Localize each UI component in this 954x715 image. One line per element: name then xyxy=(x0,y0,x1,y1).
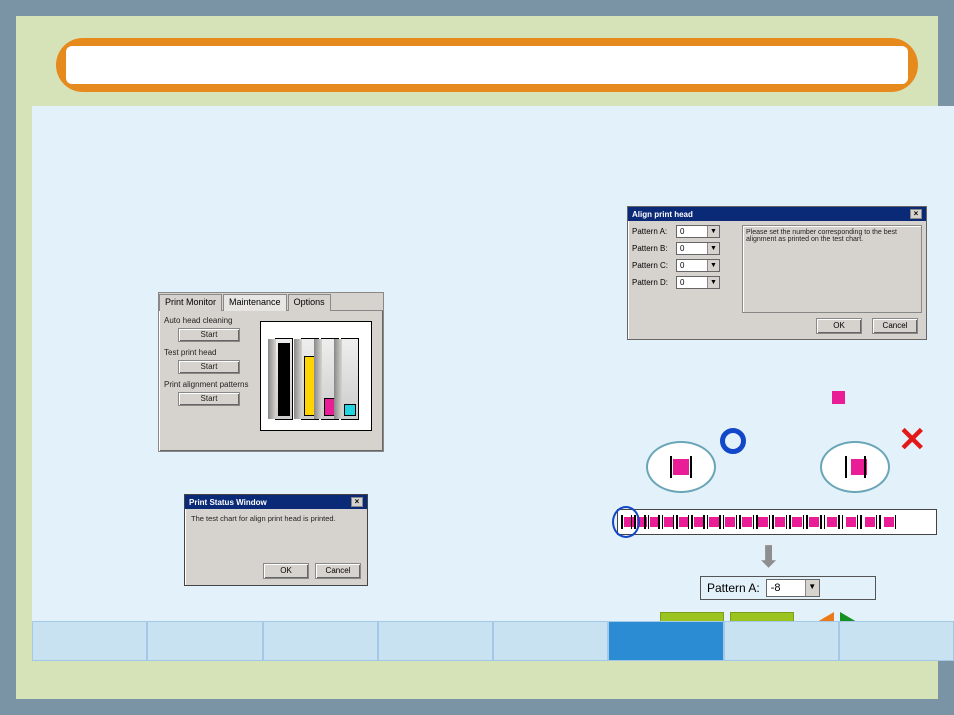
test-print-head-start-button[interactable]: Start xyxy=(178,360,240,374)
tab-bar: Print Monitor Maintenance Options xyxy=(159,293,383,311)
cancel-button[interactable]: Cancel xyxy=(315,563,361,579)
tab-maintenance[interactable]: Maintenance xyxy=(223,294,287,311)
bottom-tab[interactable] xyxy=(724,621,839,661)
bottom-tab-strip xyxy=(32,621,954,661)
pattern-d-select[interactable]: 0▼ xyxy=(676,276,720,289)
pattern-b-select[interactable]: 0▼ xyxy=(676,242,720,255)
ok-button[interactable]: OK xyxy=(816,318,862,334)
align-print-head-dialog: Align print head × Pattern A: 0▼ Pattern… xyxy=(627,206,927,340)
chevron-down-icon: ▼ xyxy=(805,580,819,596)
ok-button[interactable]: OK xyxy=(263,563,309,579)
bottom-tab-active[interactable] xyxy=(608,621,723,661)
bottom-tab[interactable] xyxy=(32,621,147,661)
tab-print-monitor[interactable]: Print Monitor xyxy=(159,294,222,311)
chevron-down-icon: ▼ xyxy=(707,277,719,288)
alignment-strip xyxy=(617,509,937,535)
print-alignment-start-button[interactable]: Start xyxy=(178,392,240,406)
ink-level-graphic xyxy=(260,321,372,431)
test-print-head-label: Test print head xyxy=(164,348,260,357)
print-status-title: Print Status Window xyxy=(189,498,267,507)
tab-options[interactable]: Options xyxy=(288,294,331,311)
maintenance-dialog: Print Monitor Maintenance Options Auto h… xyxy=(158,292,384,452)
pattern-d-label: Pattern D: xyxy=(632,278,672,287)
chevron-down-icon: ▼ xyxy=(707,243,719,254)
title-field xyxy=(66,46,908,84)
auto-head-cleaning-start-button[interactable]: Start xyxy=(178,328,240,342)
close-icon[interactable]: × xyxy=(351,497,363,507)
print-status-window: Print Status Window × The test chart for… xyxy=(184,494,368,586)
title-bar xyxy=(56,38,918,92)
selection-ring-icon xyxy=(612,506,640,538)
pattern-c-select[interactable]: 0▼ xyxy=(676,259,720,272)
chevron-down-icon: ▼ xyxy=(707,260,719,271)
close-icon[interactable]: × xyxy=(910,209,922,219)
bottom-tab[interactable] xyxy=(839,621,954,661)
pattern-a-select[interactable]: 0▼ xyxy=(676,225,720,238)
bad-mark-icon: ✕ xyxy=(898,426,928,456)
arrow-down-icon: ⬇ xyxy=(756,540,781,575)
pattern-a-label: Pattern A: xyxy=(632,227,672,236)
bad-sample-bubble xyxy=(820,441,890,493)
cancel-button[interactable]: Cancel xyxy=(872,318,918,334)
chevron-down-icon: ▼ xyxy=(707,226,719,237)
page-frame: Print Monitor Maintenance Options Auto h… xyxy=(0,0,954,715)
pattern-c-label: Pattern C: xyxy=(632,261,672,270)
main-panel: Print Monitor Maintenance Options Auto h… xyxy=(32,106,954,661)
good-mark-icon xyxy=(720,428,746,454)
print-status-message: The test chart for align print head is p… xyxy=(185,509,367,528)
bottom-tab[interactable] xyxy=(493,621,608,661)
good-sample-bubble xyxy=(646,441,716,493)
align-help-text: Please set the number corresponding to t… xyxy=(742,225,922,313)
bottom-tab[interactable] xyxy=(263,621,378,661)
sample-dot-icon xyxy=(832,391,845,404)
bottom-tab[interactable] xyxy=(378,621,493,661)
pattern-selector-select[interactable]: -8 ▼ xyxy=(766,579,820,597)
pattern-selector: Pattern A: -8 ▼ xyxy=(700,576,876,600)
align-title: Align print head xyxy=(632,210,693,219)
print-alignment-label: Print alignment patterns xyxy=(164,380,260,389)
bottom-tab[interactable] xyxy=(147,621,262,661)
pattern-b-label: Pattern B: xyxy=(632,244,672,253)
auto-head-cleaning-label: Auto head cleaning xyxy=(164,316,260,325)
pattern-selector-label: Pattern A: xyxy=(707,581,760,595)
